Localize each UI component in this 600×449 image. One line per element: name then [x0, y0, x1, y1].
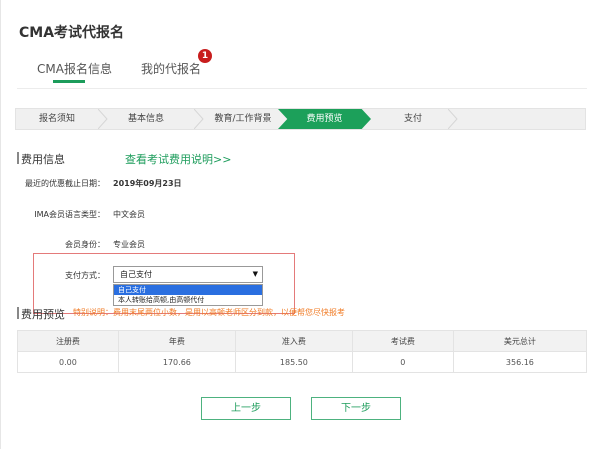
- exam-fee-value: 0: [352, 351, 454, 373]
- fee-preview-heading: 费用预览: [21, 308, 65, 321]
- fee-table: 注册费 年费 准入费 考试费 美元总计 0.00 170.66 185.50 0…: [17, 330, 588, 373]
- usd-total-value: 356.16: [453, 351, 588, 373]
- member-language-label: IMA会员语言类型：: [34, 210, 105, 219]
- next-step-button[interactable]: 下一步: [311, 397, 401, 420]
- dropdown-arrow-icon: ▼: [252, 270, 258, 278]
- section-marker: [17, 307, 19, 319]
- step-education-work: 教育/工作背景: [214, 114, 272, 124]
- annual-fee-value: 170.66: [118, 351, 236, 373]
- payment-options-dropdown: 自己支付 本人转账给高顿,由高顿代付: [113, 284, 263, 306]
- page-title: CMA考试代报名: [19, 25, 125, 41]
- payment-selected-value: 自己支付: [120, 270, 152, 279]
- table-row: 0.00 170.66 185.50 0 356.16: [17, 351, 588, 373]
- tab-cma-registration-info[interactable]: CMA报名信息: [37, 60, 112, 77]
- header-usd-total: 美元总计: [453, 330, 588, 352]
- progress-steps: 报名须知 基本信息 教育/工作背景 费用预览 支付: [15, 108, 586, 130]
- header-annual-fee: 年费: [118, 330, 236, 352]
- tab-my-registrations[interactable]: 我的代报名: [141, 60, 201, 77]
- fee-info-heading: 费用信息: [21, 153, 65, 166]
- payment-option-transfer[interactable]: 本人转账给高顿,由高顿代付: [114, 295, 262, 305]
- payment-option-self[interactable]: 自己支付: [114, 285, 262, 295]
- payment-method-select[interactable]: 自己支付 ▼: [113, 266, 263, 283]
- member-language-value: 中文会员: [113, 210, 145, 219]
- header-divider: [17, 88, 587, 89]
- registration-fee-value: 0.00: [17, 351, 119, 373]
- payment-method-label: 支付方式：: [65, 271, 105, 280]
- header-registration-fee: 注册费: [17, 330, 119, 352]
- entrance-fee-value: 185.50: [235, 351, 353, 373]
- previous-step-button[interactable]: 上一步: [201, 397, 291, 420]
- table-header-row: 注册费 年费 准入费 考试费 美元总计: [17, 330, 588, 352]
- step-fee-preview-active: 费用预览: [278, 109, 371, 129]
- discount-deadline-value: 2019年09月23日: [113, 179, 182, 188]
- cma-registration-page: CMA考试代报名 CMA报名信息 我的代报名 1 报名须知 基本信息 教育/工作…: [0, 0, 600, 449]
- notification-badge: 1: [198, 49, 212, 63]
- member-status-value: 专业会员: [113, 240, 145, 249]
- discount-deadline-label: 最近的优惠截止日期：: [25, 179, 105, 188]
- section-marker: [17, 152, 19, 164]
- header-exam-fee: 考试费: [352, 330, 454, 352]
- active-tab-indicator: [53, 80, 85, 83]
- step-payment: 支付: [403, 114, 422, 124]
- fee-explanation-link[interactable]: 查看考试费用说明>>: [125, 151, 231, 167]
- step-notice: 报名须知: [38, 114, 75, 124]
- header-entrance-fee: 准入费: [235, 330, 353, 352]
- member-status-label: 会员身份：: [65, 240, 105, 249]
- special-note: 特别说明：费用末尾两位小数，是用以高顿老师区分到款，以便帮您尽快报考: [73, 308, 345, 317]
- step-separator-icon: [448, 109, 458, 129]
- step-basic-info: 基本信息: [127, 114, 164, 124]
